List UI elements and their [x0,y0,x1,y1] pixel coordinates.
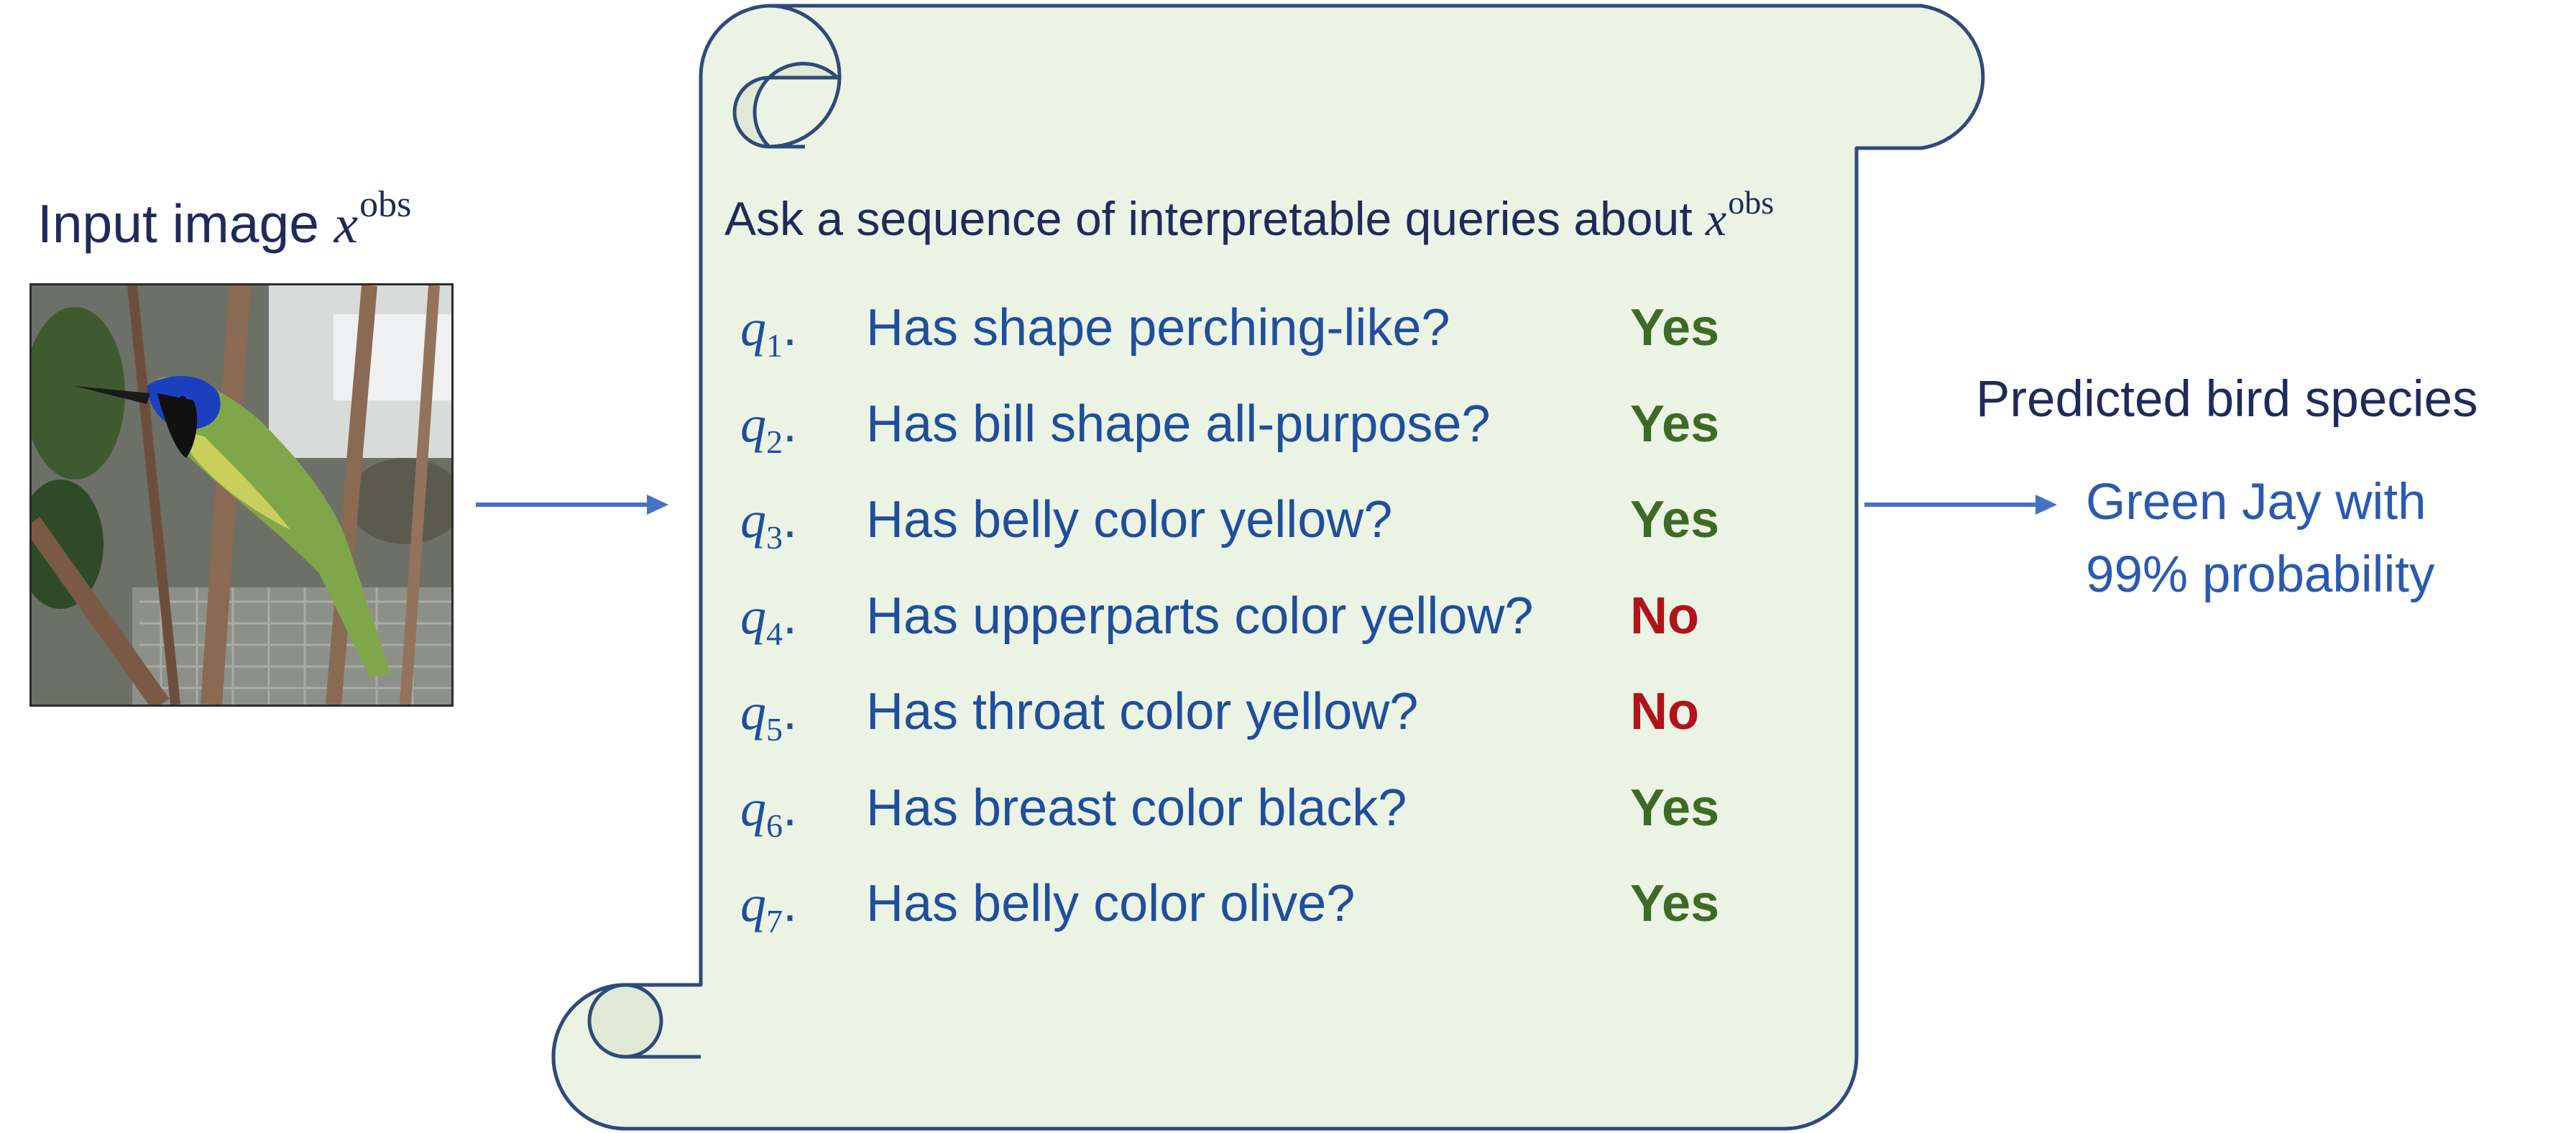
query-text: Has bill shape all-purpose? [866,395,1491,453]
query-symbol: q4. [740,587,798,652]
answer-yes: Yes [1630,299,1720,357]
panel-header: Ask a sequence of interpretable queries … [724,184,1774,247]
query-symbol: q5. [740,683,798,748]
output-arrow-head [2036,495,2057,515]
prediction-result-line2: 99% probability [2086,546,2435,603]
query-index: 2 [766,423,783,460]
answer-no: No [1630,683,1699,740]
query-text: Has throat color yellow? [866,683,1419,740]
input-arrow-head [647,495,668,515]
panel-header-variable: x [1705,193,1727,246]
query-symbol: q1. [740,299,798,364]
query-symbol: q7. [740,875,798,940]
query-q: q [740,779,766,837]
query-symbol: q3. [740,491,798,556]
query-text: Has upperparts color yellow? [866,587,1534,645]
query-q: q [740,683,766,740]
query-index: 4 [766,615,783,652]
query-index: 6 [766,807,783,844]
query-index: 3 [766,519,783,556]
query-index: 1 [766,327,783,364]
scroll-shape [551,4,1985,1131]
query-q: q [740,395,766,453]
query-q: q [740,587,766,645]
answer-no: No [1630,587,1699,645]
prediction-result-line1: Green Jay with [2086,474,2426,531]
query-text: Has shape perching-like? [866,299,1450,357]
panel-header-text: Ask a sequence of interpretable queries … [724,192,1706,245]
query-symbol: q6. [740,779,798,844]
panel-header-superscript: obs [1728,184,1775,221]
query-index: 7 [766,903,783,940]
query-text: Has breast color black? [866,779,1407,837]
query-q: q [740,491,766,549]
answer-yes: Yes [1630,875,1720,932]
query-text: Has belly color olive? [866,875,1356,932]
answer-yes: Yes [1630,395,1720,453]
query-index: 5 [766,711,783,748]
query-q: q [740,875,766,932]
prediction-result: Green Jay with 99% probability [2086,466,2434,611]
query-text: Has belly color yellow? [866,491,1393,549]
query-q: q [740,299,766,357]
prediction-label: Predicted bird species [1976,371,2478,428]
answer-yes: Yes [1630,779,1720,837]
query-symbol: q2. [740,395,798,460]
answer-yes: Yes [1630,491,1720,549]
